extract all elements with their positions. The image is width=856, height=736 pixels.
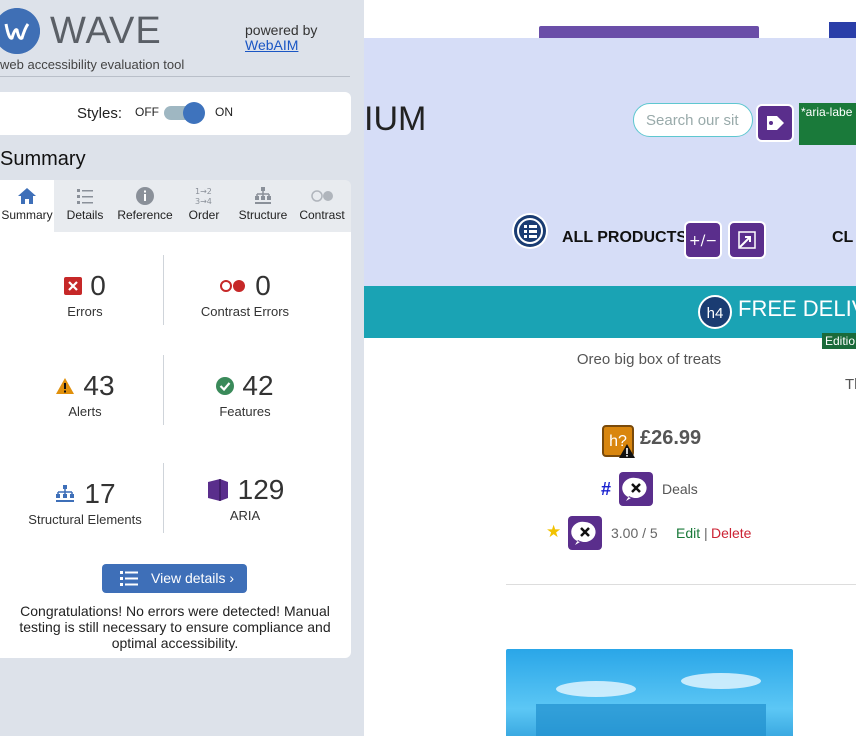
features-label: Features bbox=[219, 404, 271, 419]
wave-aria-label-tag-icon[interactable] bbox=[758, 106, 792, 140]
errors-count: 0 bbox=[90, 270, 106, 301]
contrast-errors-count: 0 bbox=[255, 270, 271, 301]
site-search-input[interactable]: Search our sit bbox=[633, 103, 753, 137]
structural-label: Structural Elements bbox=[28, 512, 142, 527]
aria-label: ARIA bbox=[229, 508, 261, 523]
list-icon bbox=[77, 189, 93, 204]
free-delivery-text: FREE DELIV bbox=[738, 296, 856, 321]
alerts-label: Alerts bbox=[68, 404, 102, 419]
deals-link[interactable]: Deals bbox=[662, 481, 698, 497]
styles-label: Styles: bbox=[77, 105, 123, 122]
info-icon bbox=[136, 187, 154, 205]
website-page: IUM Search our sit *aria-labe ALL PRODUC… bbox=[364, 0, 856, 736]
wave-logo-icon bbox=[0, 8, 40, 54]
home-icon bbox=[18, 188, 36, 204]
wave-aria-hidden-icon[interactable] bbox=[619, 472, 653, 506]
structure-icon bbox=[56, 485, 75, 502]
product-name[interactable]: Oreo big box of treats bbox=[514, 351, 784, 368]
styles-off-label: OFF bbox=[135, 105, 159, 119]
styles-on-label: ON bbox=[215, 105, 233, 119]
product-price: £26.99 bbox=[640, 427, 702, 449]
structure-icon bbox=[255, 187, 271, 204]
product-name-partial[interactable]: Th bbox=[845, 376, 856, 393]
view-details-label: View details › bbox=[151, 570, 235, 586]
tab-structure[interactable]: Structure bbox=[234, 180, 292, 232]
alert-triangle-icon bbox=[619, 444, 635, 458]
tab-label: Order bbox=[188, 208, 220, 222]
webaim-link[interactable]: WebAIM bbox=[245, 38, 317, 53]
tab-label: Details bbox=[66, 208, 104, 222]
tab-contrast[interactable]: Contrast bbox=[294, 180, 350, 232]
tab-label: Summary bbox=[1, 208, 53, 222]
wave-subtitle: web accessibility evaluation tool bbox=[0, 57, 185, 72]
tab-label: Structure bbox=[238, 208, 288, 222]
nav-item-partial[interactable]: CL bbox=[832, 229, 853, 247]
wave-title: WAVE bbox=[50, 10, 162, 52]
wave-sidebar: WAVE web accessibility evaluation tool p… bbox=[0, 0, 364, 736]
wave-header: WAVE web accessibility evaluation tool p… bbox=[0, 0, 350, 77]
tab-summary[interactable]: Summary bbox=[0, 180, 54, 232]
tab-label: Reference bbox=[117, 208, 173, 222]
features-count: 42 bbox=[242, 370, 274, 401]
tab-label: Contrast bbox=[299, 208, 345, 222]
link-separator: | bbox=[704, 525, 708, 541]
tab-details[interactable]: Details bbox=[58, 180, 112, 232]
stat-structural-elements[interactable]: 17 Structural Elements bbox=[5, 478, 165, 527]
wave-aria-popup-icon[interactable] bbox=[730, 223, 764, 257]
svg-text:1→2: 1→2 bbox=[195, 187, 212, 196]
contrast-error-icon bbox=[220, 280, 246, 292]
stat-errors[interactable]: 0 Errors bbox=[5, 270, 165, 319]
view-details-button[interactable]: View details › bbox=[102, 564, 247, 593]
edition-annotation: Editio bbox=[822, 333, 856, 349]
wave-tabs: Summary Details Reference 1→2 3→4 Order bbox=[0, 180, 351, 232]
svg-text:+/−: +/− bbox=[689, 233, 717, 249]
edit-link[interactable]: Edit bbox=[676, 525, 700, 541]
site-header bbox=[364, 38, 856, 286]
aria-icon bbox=[207, 479, 228, 501]
nav-all-products[interactable]: ALL PRODUCTS bbox=[562, 229, 687, 247]
errors-label: Errors bbox=[67, 304, 103, 319]
stat-alerts[interactable]: 43 Alerts bbox=[5, 370, 165, 419]
powered-by: powered by WebAIM bbox=[245, 23, 317, 53]
site-brand[interactable]: IUM bbox=[364, 100, 426, 139]
order-icon: 1→2 3→4 bbox=[195, 187, 212, 206]
powered-by-text: powered by bbox=[245, 22, 318, 38]
styles-toggle-knob[interactable] bbox=[183, 102, 205, 124]
wave-heading-h4-icon[interactable]: h4 bbox=[698, 295, 732, 329]
wave-aria-expanded-icon[interactable]: +/− bbox=[686, 223, 720, 257]
alerts-count: 43 bbox=[83, 370, 115, 401]
congratulations-message: Congratulations! No errors were detected… bbox=[19, 603, 331, 651]
wave-aria-hidden-icon[interactable] bbox=[568, 516, 602, 550]
contrast-errors-label: Contrast Errors bbox=[200, 304, 290, 319]
tab-reference[interactable]: Reference bbox=[114, 180, 176, 232]
product-divider bbox=[506, 584, 856, 585]
contrast-icon bbox=[311, 190, 333, 202]
svg-text:3→4: 3→4 bbox=[195, 197, 212, 206]
stat-aria[interactable]: 129 ARIA bbox=[165, 474, 325, 523]
stat-features[interactable]: 42 Features bbox=[165, 370, 325, 419]
product-image[interactable] bbox=[506, 649, 793, 736]
delete-link[interactable]: Delete bbox=[711, 525, 751, 541]
wave-same-page-link-icon[interactable]: # bbox=[601, 479, 611, 500]
wave-list-icon[interactable] bbox=[514, 215, 546, 247]
tab-order[interactable]: 1→2 3→4 Order bbox=[180, 180, 228, 232]
alert-icon bbox=[56, 378, 75, 394]
aria-label-annotation: *aria-labe bbox=[799, 103, 856, 145]
list-icon bbox=[120, 571, 138, 586]
summary-heading: Summary bbox=[0, 148, 86, 170]
feature-check-icon bbox=[216, 377, 235, 395]
aria-count: 129 bbox=[237, 474, 285, 505]
stat-contrast-errors[interactable]: 0 Contrast Errors bbox=[165, 270, 325, 319]
structural-count: 17 bbox=[84, 478, 116, 509]
product-rating: 3.00 / 5 bbox=[611, 525, 658, 541]
error-icon bbox=[64, 277, 83, 295]
star-icon: ★ bbox=[546, 522, 562, 541]
